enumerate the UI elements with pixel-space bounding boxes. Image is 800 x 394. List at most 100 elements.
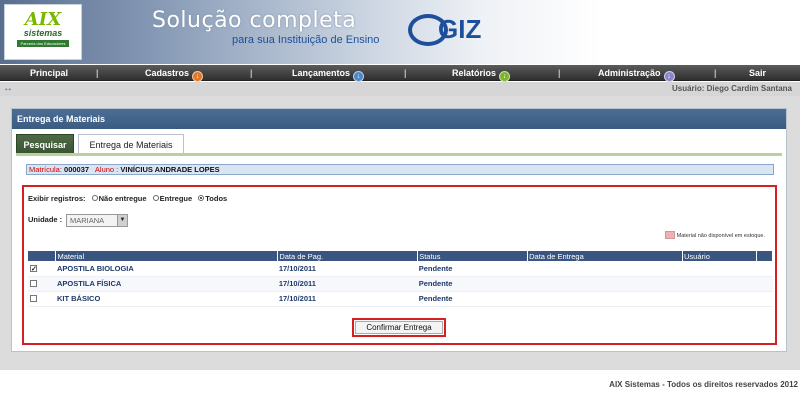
usuario-cell	[682, 291, 757, 307]
material-cell: KIT BÁSICO	[55, 291, 278, 307]
nav-relatorios[interactable]: Relatórios ↓	[452, 65, 511, 82]
panel-title: Entrega de Materiais	[12, 109, 786, 129]
col-status: Status	[417, 251, 529, 261]
nav-separator: |	[96, 68, 99, 78]
col-data-pag: Data de Pag.	[277, 251, 419, 261]
main-nav: Principal | Cadastros ↓ | Lançamentos ↓ | …	[0, 65, 800, 82]
nav-separator: |	[250, 68, 253, 78]
matricula-value: 000037	[64, 165, 90, 174]
expand-icon[interactable]: ↔	[3, 83, 19, 94]
nav-separator: |	[714, 68, 717, 78]
table-header-row: Material Data de Pag. Status Data de Ent…	[28, 251, 774, 261]
legend-swatch	[664, 231, 675, 239]
slogan-line2: para sua Instituição de Ensino	[232, 34, 380, 46]
nav-sair[interactable]: Sair	[749, 65, 766, 81]
confirm-highlight: Confirmar Entrega	[352, 318, 446, 337]
footer-copyright: AIX Sistemas - Todos os direitos reserva…	[609, 380, 798, 389]
unidade-select[interactable]: MARIANA ▼	[66, 214, 128, 227]
data-pag-cell: 17/10/2011	[277, 276, 418, 292]
table-row: KIT BÁSICO 17/10/2011 Pendente	[28, 291, 773, 307]
data-entrega-cell	[527, 261, 683, 277]
radio-entregue-label: Entregue	[159, 194, 193, 203]
radio-todos-label: Todos	[205, 194, 228, 203]
unidade-filter: Unidade : MARIANA ▼	[28, 214, 128, 227]
unidade-label: Unidade :	[28, 215, 63, 224]
current-user: Usuário: Diego Cardim Santana	[671, 84, 792, 93]
aluno-label: Aluno :	[94, 165, 119, 174]
data-entrega-cell	[527, 291, 683, 307]
student-info: Matrícula: 000037 Aluno : VINÍCIUS ANDRA…	[26, 164, 774, 175]
status-cell: Pendente	[417, 261, 528, 277]
nav-principal-label: Principal	[30, 68, 69, 78]
radio-nao-entregue-label: Não entregue	[98, 194, 147, 203]
row-checkbox[interactable]	[30, 280, 37, 287]
aluno-value: VINÍCIUS ANDRADE LOPES	[120, 165, 220, 174]
tab-pesquisar[interactable]: Pesquisar	[16, 134, 74, 154]
material-cell: APOSTILA BIOLOGIA	[55, 261, 278, 277]
wgiz-logo: GIZ	[408, 10, 500, 50]
matricula-label: Matrícula:	[29, 165, 62, 174]
extra-cell	[756, 261, 773, 277]
col-usuario: Usuário	[682, 251, 757, 261]
extra-cell	[756, 276, 773, 292]
nav-cadastros[interactable]: Cadastros ↓	[145, 65, 204, 82]
nav-administracao[interactable]: Administração ↓	[598, 65, 675, 82]
down-arrow-icon: ↓	[192, 71, 204, 82]
nav-separator: |	[558, 68, 561, 78]
row-checkbox-cell	[28, 291, 56, 307]
usuario-cell	[682, 261, 757, 277]
data-entrega-cell	[527, 276, 683, 292]
col-material: Material	[55, 251, 279, 261]
user-bar: ↔ Usuário: Diego Cardim Santana	[0, 82, 800, 96]
unidade-value: MARIANA	[70, 216, 105, 225]
nav-sair-label: Sair	[749, 68, 767, 78]
down-arrow-icon: ↓	[663, 71, 675, 82]
nav-lancamentos[interactable]: Lançamentos ↓	[292, 65, 365, 82]
extra-cell	[756, 291, 773, 307]
nav-lancamentos-label: Lançamentos	[292, 68, 351, 78]
table-row: APOSTILA FÍSICA 17/10/2011 Pendente	[28, 276, 773, 292]
col-extra	[756, 251, 774, 261]
dropdown-arrow-icon: ▼	[117, 215, 127, 226]
wgiz-logo-text: GIZ	[438, 14, 482, 44]
usuario-cell	[682, 276, 757, 292]
nav-administracao-label: Administração	[598, 68, 661, 78]
logo-name: AIX	[24, 9, 62, 30]
materials-panel: Entrega de Materiais Pesquisar Entrega d…	[11, 108, 787, 352]
nav-cadastros-label: Cadastros	[145, 68, 190, 78]
row-checkbox[interactable]	[30, 263, 37, 276]
confirm-delivery-button[interactable]: Confirmar Entrega	[355, 321, 443, 334]
down-arrow-icon: ↓	[499, 71, 511, 82]
tab-entrega-materiais[interactable]: Entrega de Materiais	[78, 134, 184, 154]
data-pag-cell: 17/10/2011	[277, 261, 418, 277]
data-pag-cell: 17/10/2011	[277, 291, 418, 307]
nav-separator: |	[404, 68, 407, 78]
radio-todos[interactable]	[198, 195, 205, 201]
stock-legend: Material não disponível em estoque.	[664, 231, 765, 239]
row-checkbox-cell	[28, 276, 56, 292]
exibir-filter: Exibir registros: Não entregue Entregue …	[28, 194, 227, 203]
table-row: APOSTILA BIOLOGIA 17/10/2011 Pendente	[28, 261, 773, 277]
status-cell: Pendente	[417, 291, 528, 307]
col-data-entrega: Data de Entrega	[527, 251, 684, 261]
delivery-box: Exibir registros: Não entregue Entregue …	[22, 185, 777, 345]
material-cell: APOSTILA FÍSICA	[55, 276, 278, 292]
tab-underline	[16, 153, 782, 156]
legend-text: Material não disponível em estoque.	[676, 233, 765, 239]
exibir-label: Exibir registros:	[28, 194, 86, 203]
logo-sub: sistemas	[23, 28, 63, 38]
radio-entregue[interactable]	[152, 195, 159, 201]
nav-principal[interactable]: Principal	[30, 65, 68, 81]
radio-nao-entregue[interactable]	[91, 195, 98, 201]
logo-tagline: Parceria dos Educadores	[17, 40, 69, 47]
slogan-line1: Solução completa	[152, 8, 357, 33]
header-banner: AIX sistemas Parceria dos Educadores Sol…	[0, 0, 800, 64]
row-checkbox-cell	[28, 261, 56, 277]
status-cell: Pendente	[417, 276, 528, 292]
materials-table: Material Data de Pag. Status Data de Ent…	[28, 251, 774, 307]
col-select	[28, 251, 57, 261]
aix-logo: AIX sistemas Parceria dos Educadores	[4, 4, 82, 60]
nav-relatorios-label: Relatórios	[452, 68, 497, 78]
row-checkbox[interactable]	[30, 295, 37, 302]
down-arrow-icon: ↓	[353, 71, 365, 82]
